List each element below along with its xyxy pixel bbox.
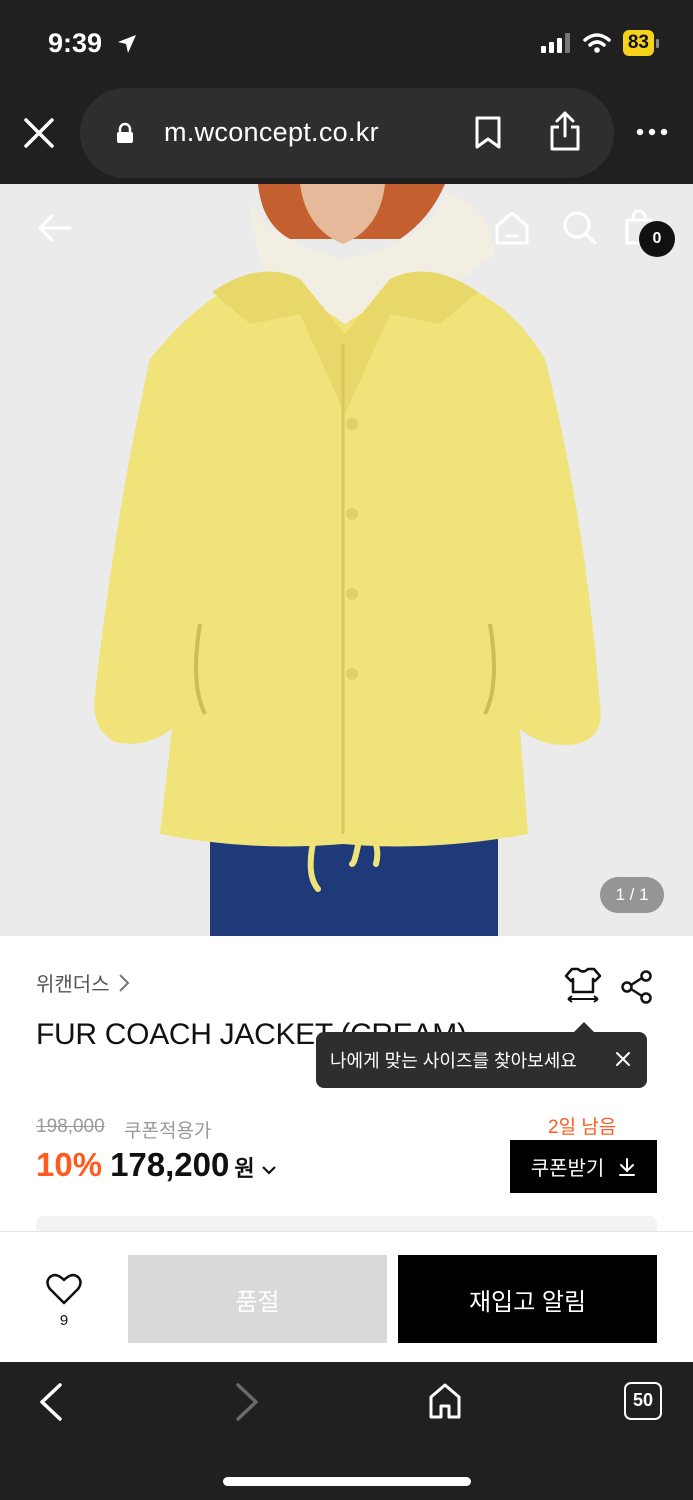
home-indicator xyxy=(223,1477,471,1486)
original-price: 198,000 xyxy=(36,1116,105,1137)
status-bar: 9:39 83 xyxy=(0,0,693,88)
brand-link[interactable]: 위캔더스 xyxy=(36,968,130,997)
location-arrow-icon xyxy=(118,35,136,53)
status-time: 9:39 xyxy=(48,28,103,58)
url-text: m.wconcept.co.kr xyxy=(164,117,379,147)
battery-level: 83 xyxy=(622,30,654,56)
more-icon[interactable] xyxy=(636,128,668,136)
home-icon[interactable] xyxy=(494,210,530,246)
coupon-days-left: 2일 남음 xyxy=(548,1117,617,1138)
search-icon[interactable] xyxy=(562,210,598,246)
back-arrow-icon[interactable] xyxy=(36,212,72,244)
product-image[interactable] xyxy=(0,184,693,936)
battery-indicator: 83 xyxy=(622,30,659,56)
tooltip-text: 나에게 맞는 사이즈를 찾아보세요 xyxy=(330,1051,577,1071)
chevron-right-icon xyxy=(118,973,130,992)
status-indicators: 83 xyxy=(540,30,659,56)
browser-back-icon[interactable] xyxy=(38,1382,64,1422)
signal-icon xyxy=(540,33,570,53)
download-icon xyxy=(619,1157,636,1176)
size-tooltip: 나에게 맞는 사이즈를 찾아보세요 xyxy=(316,1022,647,1088)
price-row[interactable]: 10% 178,200 원 xyxy=(36,1146,277,1184)
purchase-action-bar: 9 품절 재입고 알림 xyxy=(0,1232,693,1362)
lock-icon xyxy=(117,122,133,143)
cart-count-badge: 0 xyxy=(639,221,675,257)
sale-price: 178,200 xyxy=(110,1146,230,1183)
coupon-button-label: 쿠폰받기 xyxy=(530,1158,605,1180)
restock-alert-button[interactable]: 재입고 알림 xyxy=(398,1255,657,1343)
share-icon[interactable] xyxy=(548,110,582,152)
discount-rate: 10% xyxy=(36,1146,103,1183)
browser-home-icon[interactable] xyxy=(428,1382,462,1420)
tooltip-close-icon[interactable] xyxy=(613,1049,633,1069)
share-product-icon[interactable] xyxy=(620,970,654,1004)
soldout-button[interactable]: 품절 xyxy=(128,1255,387,1343)
browser-url-bar: m.wconcept.co.kr xyxy=(0,88,693,184)
size-guide-icon[interactable] xyxy=(564,966,602,1004)
close-icon[interactable] xyxy=(22,116,56,150)
get-coupon-button[interactable]: 쿠폰받기 xyxy=(510,1140,657,1193)
tabs-button[interactable]: 50 xyxy=(624,1382,662,1420)
coupon-price-label: 쿠폰적용가 xyxy=(124,1121,212,1142)
like-count: 9 xyxy=(59,1312,69,1329)
browser-forward-icon[interactable] xyxy=(234,1382,260,1422)
image-page-indicator: 1 / 1 xyxy=(600,877,664,913)
bookmark-icon[interactable] xyxy=(474,116,502,150)
wifi-icon xyxy=(583,33,611,53)
brand-name: 위캔더스 xyxy=(36,974,110,996)
battery-cap-icon xyxy=(656,38,659,48)
address-field[interactable]: m.wconcept.co.kr xyxy=(80,88,614,178)
chevron-down-icon xyxy=(261,1166,276,1175)
heart-icon[interactable] xyxy=(46,1272,82,1306)
currency-unit: 원 xyxy=(234,1156,255,1181)
jacket-photo xyxy=(0,184,693,936)
